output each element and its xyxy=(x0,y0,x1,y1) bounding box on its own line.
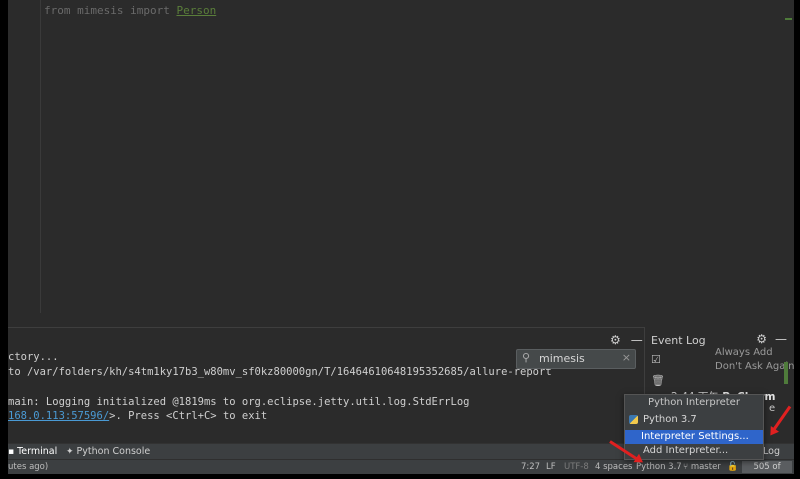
git-branch[interactable]: ⑂ master xyxy=(683,462,721,472)
server-url-link[interactable]: 168.0.113:57596/ xyxy=(8,410,109,422)
tab-terminal-label: Terminal xyxy=(17,446,58,457)
code-editor[interactable]: from mimesis import Person xyxy=(8,0,794,325)
terminal-search-field[interactable]: ⚲ mimesis × xyxy=(516,349,636,369)
clear-search-icon[interactable]: × xyxy=(622,351,631,364)
terminal-line: ctory... xyxy=(8,351,59,363)
popup-item-label: Python 3.7 xyxy=(643,414,697,425)
tab-terminal[interactable]: ▪ Terminal xyxy=(8,446,57,457)
popup-item-label: Add Interpreter... xyxy=(643,445,729,456)
terminal-server-line: 168.0.113:57596/>. Press <Ctrl+C> to exi… xyxy=(8,410,267,422)
dont-ask-link[interactable]: Don't Ask Again xyxy=(715,361,794,372)
status-bar: utes ago) 7:27 LF UTF-8 4 spaces Python … xyxy=(8,459,794,474)
terminal-line: to /var/folders/kh/s4tm1ky17b3_w80mv_sf0… xyxy=(8,366,552,378)
event-log-title: Event Log xyxy=(651,334,706,347)
terminal-line: main: Logging initialized @1819ms to org… xyxy=(8,396,470,408)
terminal-icon: ▪ xyxy=(8,447,15,457)
python-icon xyxy=(629,415,638,424)
search-icon: ⚲ xyxy=(522,351,531,364)
indent-setting[interactable]: 4 spaces xyxy=(595,462,632,472)
gear-icon[interactable]: ⚙ xyxy=(756,332,767,346)
server-suffix: >. Press <Ctrl+C> to exit xyxy=(109,410,268,422)
tab-event-log[interactable]: Log xyxy=(763,446,780,457)
lock-icon[interactable]: 🔓 xyxy=(727,462,738,472)
interpreter-selector[interactable]: Python 3.7 xyxy=(636,462,682,472)
interpreter-popup: Python Interpreter Python 3.7 Interprete… xyxy=(624,394,764,460)
git-branch-label: master xyxy=(690,462,721,472)
code-line[interactable]: from mimesis import Person xyxy=(44,4,216,17)
gear-icon[interactable]: ⚙ xyxy=(610,333,621,347)
trash-icon[interactable]: 🗑 xyxy=(651,374,665,387)
minimize-icon[interactable]: — xyxy=(775,332,787,346)
tab-python-console[interactable]: ✦ Python Console xyxy=(66,446,150,457)
status-message[interactable]: utes ago) xyxy=(8,462,48,472)
caret-position[interactable]: 7:27 xyxy=(521,462,540,472)
popup-header: Python Interpreter xyxy=(648,397,740,408)
change-marker xyxy=(785,18,792,20)
mark-read-icon[interactable]: ☑ xyxy=(651,353,665,366)
popup-item-add-interpreter[interactable]: Add Interpreter... xyxy=(625,444,763,458)
code-import-text: from mimesis import xyxy=(44,4,177,17)
event-trailing-text: e xyxy=(769,403,776,414)
popup-item-python-37[interactable]: Python 3.7 xyxy=(625,413,763,427)
memory-indicator[interactable]: 505 of 989M xyxy=(742,461,792,473)
line-separator[interactable]: LF xyxy=(546,462,556,472)
search-input[interactable]: mimesis xyxy=(539,352,585,365)
popup-item-label: Interpreter Settings... xyxy=(641,431,749,442)
always-add-link[interactable]: Always Add xyxy=(715,347,773,358)
event-log-toolbar: ⚙ — xyxy=(748,332,787,346)
minimize-icon[interactable]: — xyxy=(631,333,643,347)
python-icon: ✦ xyxy=(66,447,74,457)
file-encoding[interactable]: UTF-8 xyxy=(564,462,589,472)
popup-item-interpreter-settings[interactable]: Interpreter Settings... xyxy=(625,430,763,444)
editor-gutter xyxy=(8,0,41,313)
tab-python-console-label: Python Console xyxy=(76,446,151,457)
code-class-reference[interactable]: Person xyxy=(176,4,216,17)
branch-icon: ⑂ xyxy=(683,462,689,472)
scrollbar-marker xyxy=(784,362,788,384)
event-log-sidebar: ☑ 🗑 xyxy=(651,353,665,395)
